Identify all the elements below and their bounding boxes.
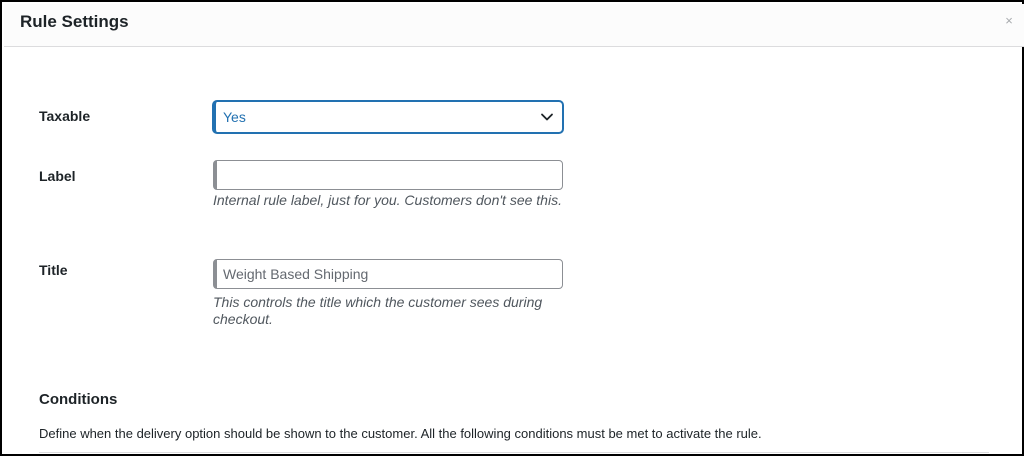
title-field-label: Title (39, 262, 68, 278)
label-help-text: Internal rule label, just for you. Custo… (213, 192, 562, 208)
close-icon: × (1005, 13, 1013, 28)
taxable-select[interactable]: Yes (213, 101, 563, 133)
label-input[interactable] (213, 160, 563, 190)
chevron-down-icon (541, 113, 553, 121)
rule-settings-modal: Rule Settings × Taxable Yes Label Intern… (0, 0, 1024, 456)
conditions-heading: Conditions (39, 391, 118, 408)
close-button[interactable]: × (1002, 14, 1016, 28)
title-input[interactable] (213, 259, 563, 289)
section-divider (39, 452, 989, 453)
conditions-description: Define when the delivery option should b… (39, 426, 762, 441)
modal-header: Rule Settings × (4, 4, 1024, 47)
label-field-label: Label (39, 168, 76, 184)
title-help-text: This controls the title which the custom… (213, 294, 543, 327)
taxable-selected-value: Yes (223, 109, 246, 125)
taxable-label: Taxable (39, 108, 91, 124)
modal-title: Rule Settings (20, 12, 129, 31)
